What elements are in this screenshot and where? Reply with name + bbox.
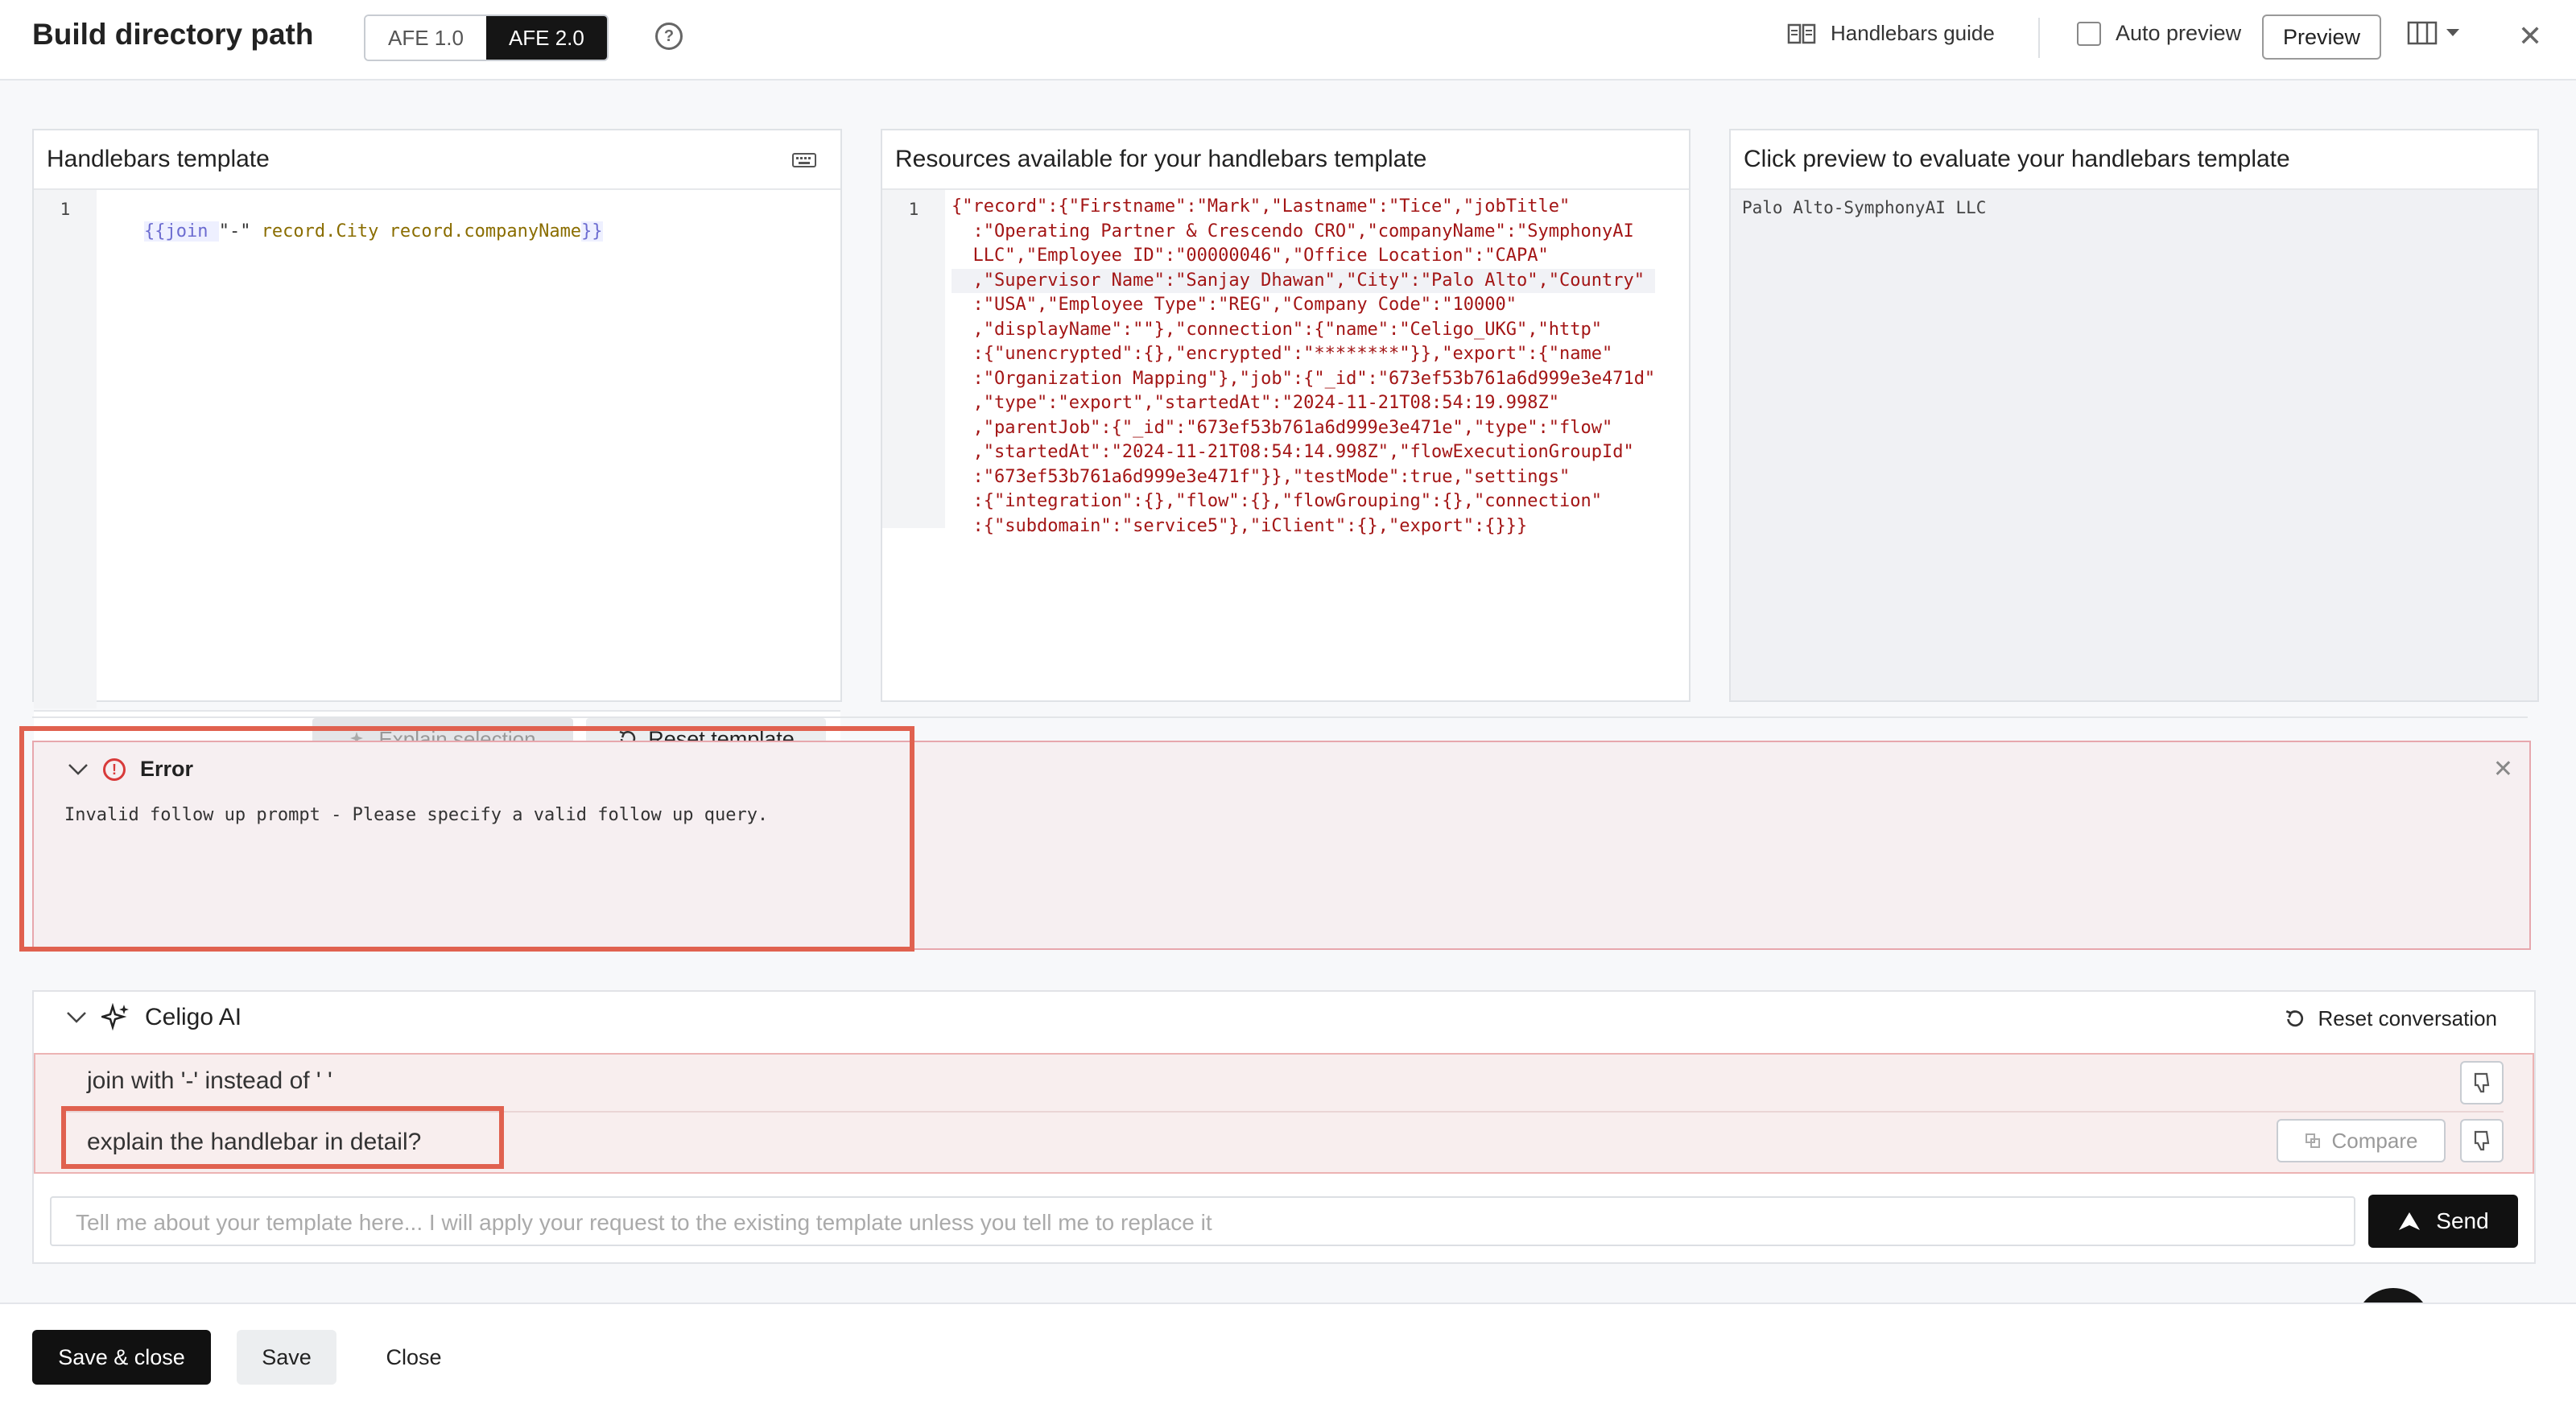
- resources-panel-title: Resources available for your handlebars …: [882, 130, 1689, 190]
- book-icon: [1787, 23, 1816, 43]
- save-and-close-button[interactable]: Save & close: [32, 1330, 211, 1385]
- thumbs-down-button[interactable]: [2460, 1061, 2504, 1104]
- sparkle-icon: [101, 1003, 129, 1031]
- undo-icon: [2286, 1009, 2304, 1026]
- handlebars-template-panel: Handlebars template 1 {{join "-" record.…: [32, 129, 842, 770]
- code-line: :{"integration":{},"flow":{},"flowGroupi…: [952, 491, 1602, 511]
- highlight-box-error: [19, 726, 914, 952]
- code-arg-company: record.companyName: [389, 221, 582, 242]
- columns-layout-icon: [2407, 21, 2438, 45]
- reset-conversation-button[interactable]: Reset conversation: [2284, 1006, 2497, 1031]
- auto-preview-checkbox[interactable]: [2077, 21, 2101, 46]
- code-line: ,"displayName":""},"connection":{"name":…: [952, 319, 1602, 340]
- code-line: :"673ef53b761a6d999e3e471f"}},"testMode"…: [952, 466, 1571, 487]
- chevron-down-icon[interactable]: [66, 1011, 87, 1024]
- dialog-footer: Save & close Save Close: [0, 1303, 2576, 1412]
- dialog-header: Build directory path AFE 1.0 AFE 2.0 ? H…: [0, 0, 2576, 81]
- template-panel-title: Handlebars template: [34, 130, 840, 190]
- celigo-ai-header[interactable]: Celigo AI: [66, 1003, 242, 1032]
- thumbs-down-icon: [2474, 1072, 2490, 1093]
- layout-menu-button[interactable]: [2407, 21, 2460, 45]
- section-divider: [32, 716, 2528, 718]
- code-line: :"USA","Employee Type":"REG","Company Co…: [952, 295, 1517, 315]
- code-line: ,"Supervisor Name":"Sanjay Dhawan","City…: [952, 268, 1656, 293]
- compare-icon: [2305, 1133, 2320, 1148]
- code-line: :{"subdomain":"service5"},"iClient":{},"…: [952, 515, 1528, 536]
- ai-prompt-input[interactable]: Tell me about your template here... I wi…: [50, 1196, 2355, 1246]
- auto-preview-label: Auto preview: [2116, 21, 2242, 45]
- code-line: LLC","Employee ID":"00000046","Office Lo…: [952, 246, 1549, 266]
- compare-button[interactable]: Compare: [2277, 1119, 2446, 1162]
- preview-panel: Click preview to evaluate your handlebar…: [1729, 129, 2539, 702]
- ai-message-1: join with '-' instead of ' ': [87, 1067, 332, 1094]
- header-divider: [2038, 18, 2040, 58]
- keyboard-icon[interactable]: [792, 153, 816, 167]
- compare-label: Compare: [2331, 1128, 2418, 1153]
- afe-version-toggle[interactable]: AFE 1.0 AFE 2.0: [364, 14, 609, 61]
- line-number: 1: [908, 200, 919, 219]
- line-number: 1: [60, 200, 71, 219]
- code-line: ,"startedAt":"2024-11-21T08:54:14.998Z",…: [952, 442, 1634, 462]
- code-open-braces: {{join: [143, 221, 219, 242]
- afe-2-option[interactable]: AFE 2.0: [485, 16, 607, 60]
- page-title: Build directory path: [32, 18, 314, 51]
- close-button[interactable]: Close: [357, 1330, 470, 1385]
- code-arg-city: record.City: [261, 221, 390, 242]
- highlight-box-message: [61, 1106, 504, 1169]
- thumbs-down-icon: [2474, 1130, 2490, 1151]
- code-line: ,"parentJob":{"_id":"673ef53b761a6d999e3…: [952, 417, 1613, 438]
- code-line: ,"type":"export","startedAt":"2024-11-21…: [952, 393, 1559, 413]
- close-icon[interactable]: ✕: [2493, 755, 2513, 783]
- send-label: Send: [2436, 1208, 2489, 1233]
- send-button[interactable]: Send: [2368, 1195, 2518, 1248]
- template-code-editor[interactable]: {{join "-" record.City record.companyNam…: [101, 195, 603, 269]
- resources-panel: Resources available for your handlebars …: [881, 129, 1690, 702]
- template-panel-title-text: Handlebars template: [47, 146, 270, 172]
- handlebars-guide-label: Handlebars guide: [1831, 21, 1995, 45]
- send-arrow-icon: [2399, 1212, 2421, 1230]
- close-icon[interactable]: ✕: [2518, 19, 2542, 53]
- reset-conversation-label: Reset conversation: [2318, 1006, 2497, 1030]
- code-line: {"record":{"Firstname":"Mark","Lastname"…: [952, 196, 1571, 217]
- preview-button[interactable]: Preview: [2262, 14, 2381, 60]
- line-gutter: [34, 190, 97, 708]
- code-separator: "-": [218, 221, 262, 242]
- save-button[interactable]: Save: [237, 1330, 336, 1385]
- code-line: :"Organization Mapping"},"job":{"_id":"6…: [952, 368, 1656, 389]
- caret-down-icon: [2446, 29, 2459, 36]
- thumbs-down-button[interactable]: [2460, 1119, 2504, 1162]
- afe-1-option[interactable]: AFE 1.0: [365, 16, 486, 60]
- code-line: :"Operating Partner & Crescendo CRO","co…: [952, 221, 1634, 242]
- code-close-braces: }}: [581, 221, 603, 242]
- resources-code-viewer[interactable]: {"record":{"Firstname":"Mark","Lastname"…: [952, 195, 1656, 539]
- preview-panel-title: Click preview to evaluate your handlebar…: [1731, 130, 2537, 190]
- preview-output: Palo Alto-SymphonyAI LLC: [1731, 190, 2537, 700]
- handlebars-guide-link[interactable]: Handlebars guide: [1787, 21, 1995, 46]
- preview-result-text: Palo Alto-SymphonyAI LLC: [1742, 198, 1987, 217]
- question-circle-icon[interactable]: ?: [655, 23, 683, 50]
- auto-preview-toggle[interactable]: Auto preview: [2077, 21, 2241, 46]
- celigo-ai-title: Celigo AI: [145, 1004, 242, 1030]
- line-gutter: [882, 190, 945, 528]
- code-line: :{"unencrypted":{},"encrypted":"********…: [952, 344, 1613, 364]
